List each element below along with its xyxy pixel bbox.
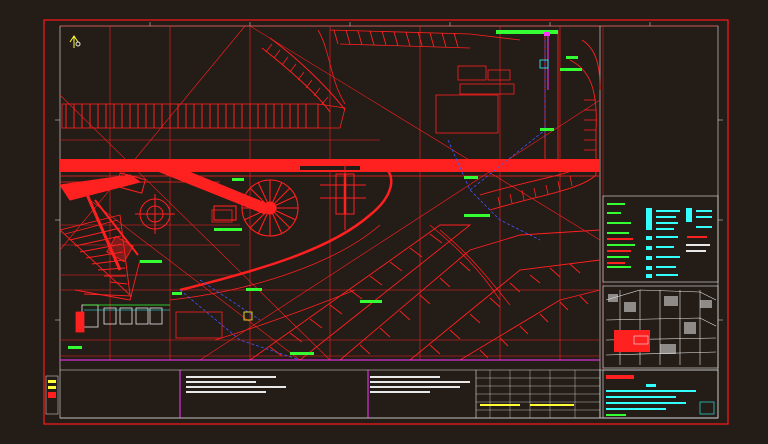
legend-block-icon [602, 195, 719, 283]
road-band-top [61, 103, 346, 129]
clarifier-tank-left [135, 194, 175, 234]
north-arrow-icon [69, 35, 81, 48]
title-block [602, 369, 719, 419]
key-plan-icon [602, 285, 719, 369]
hatched-curve-top-right [317, 29, 521, 105]
ramp-curved-top [261, 37, 346, 113]
notes-block-left [45, 375, 574, 415]
equipment-row [75, 304, 170, 333]
cad-drawing-canvas[interactable] [0, 0, 768, 444]
